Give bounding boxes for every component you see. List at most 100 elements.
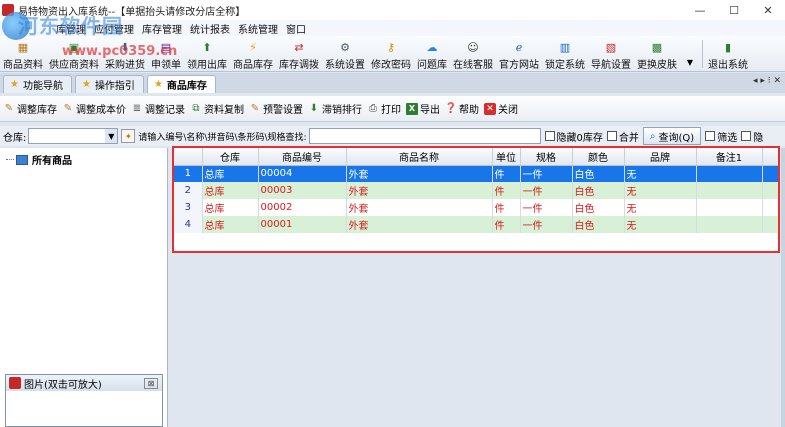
toolbar-navigation-button[interactable]: ▧ 导航设置	[588, 37, 634, 72]
menu-reports[interactable]: 统计报表	[190, 21, 230, 36]
toolbar-password-button[interactable]: ⚷ 修改密码	[368, 37, 414, 72]
watermark-logo	[2, 12, 30, 40]
cell-warehouse: 总库	[202, 216, 259, 233]
toolbar-more-button[interactable]: ▼	[680, 37, 700, 71]
hide-checkbox[interactable]: 隐	[741, 129, 763, 144]
adjust-records-button[interactable]: ≣ 调整记录	[131, 101, 185, 116]
copy-icon: ⧉	[192, 103, 200, 114]
toolbar-settings-button[interactable]: ⚙ 系统设置	[322, 37, 368, 72]
cell-unit: 件	[492, 199, 521, 216]
help-button[interactable]: ❓ 帮助	[445, 101, 479, 116]
navigation-icon: ▧	[605, 40, 617, 54]
star-icon: ★	[10, 79, 19, 90]
adjust-cost-button[interactable]: ✎ 调整成本价	[62, 101, 126, 116]
toolbar-lock-button[interactable]: ▥ 锁定系统	[542, 37, 588, 72]
image-panel-close-button[interactable]: ⊠	[144, 377, 158, 389]
cell-brand: 无	[624, 199, 697, 216]
question-icon: ☁	[426, 40, 438, 54]
toolbar-transfer-button[interactable]: ⇄ 库存调拨	[276, 37, 322, 72]
table-row[interactable]: 3 总库 00002 外套 件 一件 白色 无	[174, 199, 778, 216]
menu-inventory-management[interactable]: 库存管理	[142, 21, 182, 36]
menu-payable-management[interactable]: 应付管理	[94, 21, 134, 36]
warehouse-select[interactable]: ▼	[28, 128, 119, 144]
toolbar-requisition-button[interactable]: ▤ 申领单	[148, 37, 184, 72]
requisition-icon: ▤	[160, 40, 172, 54]
menu-system[interactable]: 系统管理	[238, 21, 278, 36]
outbound-icon: ⬆	[202, 40, 212, 54]
tab-product-inventory[interactable]: ★ 商品库存	[146, 75, 216, 93]
close-button[interactable]: ✕ 关闭	[484, 101, 518, 116]
column-header-warehouse[interactable]: 仓库	[202, 148, 259, 166]
export-button[interactable]: X 导出	[406, 101, 440, 116]
cell-note1	[696, 182, 763, 199]
adjust-stock-button[interactable]: ✎ 调整库存	[3, 101, 57, 116]
supplier-icon: ▣	[68, 40, 80, 54]
column-header-color[interactable]: 颜色	[572, 148, 625, 166]
cell-brand: 无	[624, 182, 697, 199]
checkbox-box[interactable]	[705, 131, 716, 141]
tree-connector	[6, 159, 14, 160]
cell-warehouse: 总库	[202, 199, 259, 216]
search-input[interactable]	[308, 128, 541, 144]
merge-checkbox[interactable]: 合并	[606, 129, 639, 144]
toolbar-purchase-button[interactable]: ⬇ 采购进货	[102, 37, 148, 72]
cell-warehouse: 总库	[202, 165, 259, 182]
cell-note1	[696, 199, 763, 216]
column-header-note1[interactable]: 备注1	[696, 148, 763, 166]
close-window-button[interactable]: ✕	[751, 0, 785, 20]
hide-zero-stock-checkbox[interactable]: 隐藏0库存	[544, 129, 603, 144]
copy-data-button[interactable]: ⧉ 资料复制	[190, 101, 244, 116]
pencil-icon: ✎	[63, 103, 73, 114]
tree-item-all-products[interactable]: 所有商品	[6, 152, 167, 167]
toolbar-website-button[interactable]: ℯ 官方网站	[496, 37, 542, 72]
arrow-down-icon: ⬇	[309, 103, 319, 114]
menu-window[interactable]: 窗口	[286, 21, 306, 36]
alert-settings-button[interactable]: ✎ 预警设置	[249, 101, 303, 116]
checkbox-box[interactable]	[741, 131, 752, 141]
toolbar-separator	[702, 40, 703, 68]
filter-checkbox[interactable]: 筛选	[705, 129, 737, 144]
inventory-grid[interactable]: 仓库 商品编号 商品名称 单位 规格 颜色 品牌 备注1 1 总库 00004 …	[172, 146, 780, 253]
toolbar-faq-button[interactable]: ☁ 问题库	[414, 37, 450, 72]
slow-moving-ranking-button[interactable]: ⬇ 滞销排行	[308, 101, 362, 116]
column-header-rownum	[174, 148, 203, 166]
image-preview-panel[interactable]: 图片(双击可放大) ⊠	[5, 374, 163, 427]
toolbar-support-button[interactable]: ☺ 在线客服	[450, 37, 496, 72]
row-number: 2	[174, 182, 203, 199]
warehouse-picker-button[interactable]: ✦	[121, 129, 136, 143]
toolbar-inventory-button[interactable]: ⚡ 商品库存	[230, 37, 276, 72]
minimize-button[interactable]: —	[683, 0, 717, 20]
print-button[interactable]: ⎙ 打印	[367, 101, 401, 116]
cell-unit: 件	[492, 182, 521, 199]
star-icon: ★	[153, 79, 163, 90]
table-row[interactable]: 1 总库 00004 外套 件 一件 白色 无	[174, 165, 778, 182]
checkbox-box[interactable]	[544, 131, 555, 141]
column-header-code[interactable]: 商品编号	[258, 148, 347, 166]
maximize-button[interactable]: ☐	[717, 0, 751, 20]
query-button[interactable]: ⌕ 查询(Q)	[642, 127, 702, 145]
skin-icon: ▩	[651, 40, 663, 54]
toolbar-suppliers-button[interactable]: ▣ 供应商资料	[46, 37, 102, 72]
toolbar-exit-button[interactable]: ▮ 退出系统	[705, 37, 751, 72]
toolbar-skin-button[interactable]: ▩ 更换皮肤	[634, 37, 680, 72]
table-row[interactable]: 2 总库 00003 外套 件 一件 白色 无	[174, 182, 778, 199]
vertical-scrollbar[interactable]	[781, 148, 785, 427]
column-header-spec[interactable]: 规格	[520, 148, 573, 166]
toolbar-outbound-button[interactable]: ⬆ 领用出库	[184, 37, 230, 72]
cell-spec: 一件	[520, 182, 573, 199]
search-hint: 请输入编号\名称\拼音码\条形码\规格查找:	[138, 132, 307, 143]
row-number: 4	[174, 216, 203, 233]
tab-operation-guide[interactable]: ★ 操作指引	[74, 75, 144, 93]
menu-stock-management[interactable]: 库管理	[56, 21, 86, 36]
tab-function-navigation[interactable]: ★ 功能导航	[3, 75, 72, 93]
toolbar-products-button[interactable]: ▦ 商品资料	[0, 37, 46, 72]
column-header-unit[interactable]: 单位	[492, 148, 521, 166]
cell-brand: 无	[624, 216, 697, 233]
chevron-down-icon[interactable]: ▼	[105, 129, 118, 143]
column-header-name[interactable]: 商品名称	[346, 148, 493, 166]
inventory-toolbar: ✎ 调整库存 ✎ 调整成本价 ≣ 调整记录 ⧉ 资料复制 ✎ 预警设置 ⬇ 滞销排行 ⎙ 打印…	[0, 96, 785, 122]
checkbox-box[interactable]	[606, 131, 617, 141]
column-header-brand[interactable]: 品牌	[624, 148, 697, 166]
table-row[interactable]: 4 总库 00001 外套 件 一件 白色 无	[174, 216, 778, 233]
tab-navigation-controls[interactable]: ◂ ▸ ⁝ ✕	[753, 76, 781, 86]
